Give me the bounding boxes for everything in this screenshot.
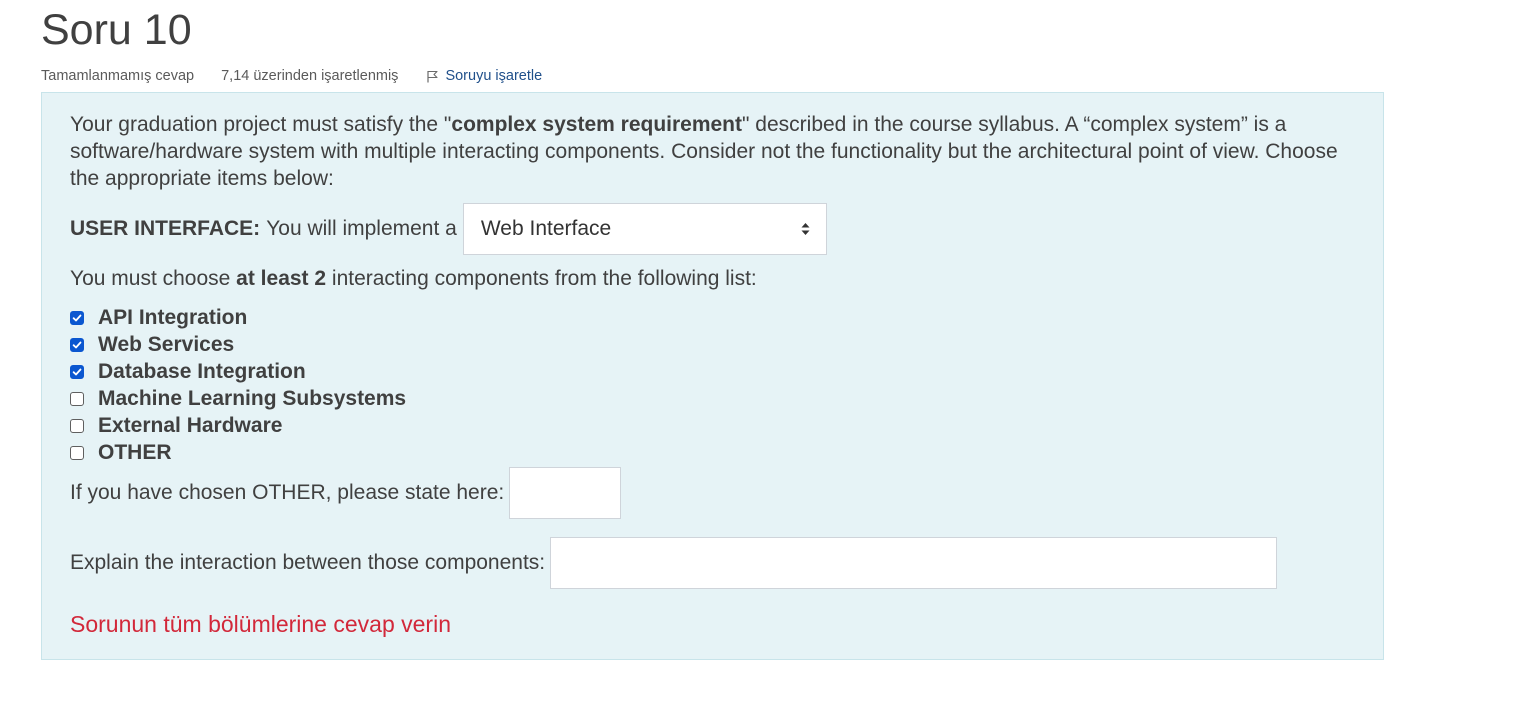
check-icon [72, 314, 82, 321]
question-grade: 7,14 üzerinden işaretlenmiş [221, 68, 399, 84]
option-external-hardware[interactable]: External Hardware [70, 412, 406, 439]
option-label: API Integration [98, 305, 248, 329]
choose-text-2: interacting components from the followin… [326, 267, 757, 290]
other-input[interactable] [509, 467, 622, 519]
other-label: If you have chosen OTHER, please state h… [70, 481, 505, 504]
flag-question-link[interactable]: Soruyu işaretle [426, 68, 542, 84]
prompt-bold: complex system requirement [451, 113, 743, 136]
checkbox[interactable] [70, 445, 84, 460]
explain-label: Explain the interaction between those co… [70, 551, 546, 574]
other-row: If you have chosen OTHER, please state h… [70, 467, 622, 519]
checkbox[interactable] [70, 391, 84, 406]
option-web-services[interactable]: Web Services [70, 331, 406, 358]
option-machine-learning[interactable]: Machine Learning Subsystems [70, 385, 406, 412]
explain-input[interactable] [550, 537, 1278, 589]
prompt-text-1: Your graduation project must satisfy the… [70, 113, 452, 136]
choose-text-1: You must choose [70, 267, 237, 290]
option-label: Database Integration [98, 359, 306, 383]
option-label: Web Services [98, 332, 235, 356]
option-label: OTHER [98, 440, 172, 464]
checkbox[interactable] [70, 418, 84, 433]
question-title: Soru 10 [41, 6, 192, 54]
user-interface-row: USER INTERFACE: You will implement a Web… [70, 203, 827, 255]
option-other[interactable]: OTHER [70, 439, 406, 466]
user-interface-select[interactable]: Web Interface [462, 203, 827, 255]
select-value: Web Interface [480, 217, 612, 240]
component-options: API Integration Web Services Database In… [70, 304, 406, 466]
checkbox[interactable] [70, 310, 84, 325]
validation-error: Sorunun tüm bölümlerine cevap verin [70, 611, 451, 637]
checkbox[interactable] [70, 364, 84, 379]
question-info: Tamamlanmamış cevap 7,14 üzerinden işare… [41, 66, 542, 86]
user-interface-label: USER INTERFACE: [70, 217, 261, 240]
explain-row: Explain the interaction between those co… [70, 537, 1278, 589]
user-interface-text: You will implement a [266, 217, 457, 240]
question-box: Your graduation project must satisfy the… [41, 92, 1384, 660]
option-database-integration[interactable]: Database Integration [70, 358, 406, 385]
choose-bold: at least 2 [236, 267, 327, 290]
choose-instruction: You must choose at least 2 interacting c… [70, 265, 757, 293]
checkbox[interactable] [70, 337, 84, 352]
select-arrows-icon [801, 223, 810, 235]
option-label: Machine Learning Subsystems [98, 386, 407, 410]
check-icon [72, 368, 82, 375]
question-prompt: Your graduation project must satisfy the… [70, 111, 1360, 192]
check-icon [72, 341, 82, 348]
option-api-integration[interactable]: API Integration [70, 304, 406, 331]
flag-label: Soruyu işaretle [445, 68, 543, 84]
question-state: Tamamlanmamış cevap [41, 68, 195, 84]
option-label: External Hardware [98, 413, 283, 437]
flag-icon [427, 70, 438, 82]
